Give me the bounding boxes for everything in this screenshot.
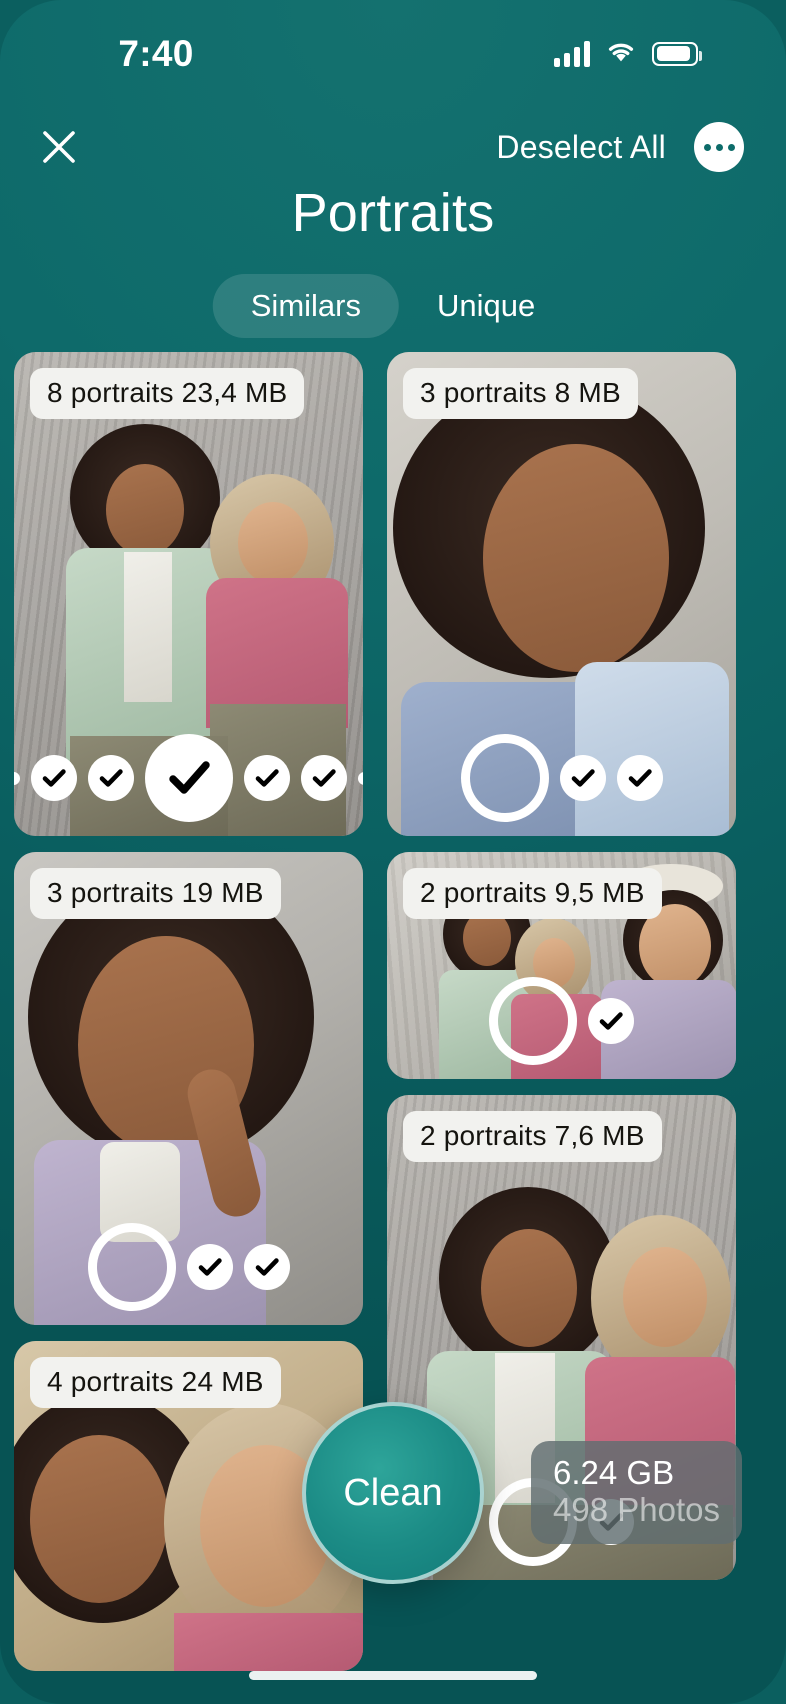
primary-select-empty-icon[interactable] (489, 977, 577, 1065)
battery-icon (652, 41, 702, 66)
selection-indicator-row (387, 734, 736, 822)
thumb-check-icon[interactable] (559, 755, 606, 801)
tab-segmented-control: Similars Unique (212, 274, 573, 338)
status-bar-indicators (554, 38, 702, 69)
thumb-check-icon[interactable] (300, 755, 347, 801)
clean-button[interactable]: Clean (302, 1402, 484, 1584)
phone-screen: 7:40 Deselect All Portraits Similars Uni… (0, 0, 786, 1704)
primary-select-empty-icon[interactable] (460, 734, 549, 822)
primary-select-check-icon[interactable] (144, 734, 233, 822)
grid-column-right: 3 portraits 8 MB 2 portraits 9,5 MB 2 po… (387, 352, 736, 1596)
thumb-check-icon[interactable] (243, 755, 290, 801)
selection-indicator-row (14, 734, 363, 822)
more-options-button[interactable] (694, 122, 744, 172)
page-title: Portraits (291, 183, 495, 243)
group-card-1[interactable]: 8 portraits 23,4 MB (14, 352, 363, 836)
thumb-check-icon[interactable] (186, 1244, 233, 1290)
group-label: 8 portraits 23,4 MB (30, 368, 305, 419)
more-dot (715, 143, 723, 151)
navigation-bar: Deselect All (0, 108, 786, 188)
tab-similars[interactable]: Similars (212, 274, 399, 338)
close-button[interactable] (28, 116, 90, 178)
more-dot (727, 143, 735, 151)
group-label: 3 portraits 8 MB (403, 368, 638, 419)
thumb-check-icon[interactable] (616, 755, 663, 801)
wifi-icon (604, 38, 638, 69)
storage-photo-count: 498 Photos (553, 1491, 720, 1529)
status-bar: 7:40 (0, 0, 786, 108)
primary-select-empty-icon[interactable] (87, 1223, 176, 1311)
group-card-4[interactable]: 2 portraits 9,5 MB (387, 852, 736, 1079)
tab-unique[interactable]: Unique (399, 274, 573, 338)
group-label: 4 portraits 24 MB (30, 1357, 281, 1408)
cellular-signal-icon (554, 40, 590, 67)
deselect-all-button[interactable]: Deselect All (496, 120, 666, 174)
clean-button-label: Clean (343, 1471, 443, 1514)
storage-size: 6.24 GB (553, 1453, 675, 1491)
overflow-dot (14, 771, 20, 785)
group-card-2[interactable]: 3 portraits 8 MB (387, 352, 736, 836)
group-label: 2 portraits 9,5 MB (403, 868, 662, 919)
group-label: 3 portraits 19 MB (30, 868, 281, 919)
thumb-check-icon[interactable] (243, 1244, 290, 1290)
close-icon (43, 131, 75, 163)
group-label: 2 portraits 7,6 MB (403, 1111, 662, 1162)
thumb-check-icon[interactable] (87, 755, 134, 801)
thumb-check-icon[interactable] (30, 755, 77, 801)
home-indicator[interactable] (249, 1671, 537, 1680)
selection-indicator-row (14, 1223, 363, 1311)
group-card-3[interactable]: 3 portraits 19 MB (14, 852, 363, 1325)
status-bar-clock: 7:40 (118, 33, 194, 74)
storage-badge: 6.24 GB 498 Photos (531, 1440, 742, 1544)
more-dot (703, 143, 711, 151)
selection-indicator-row (387, 977, 736, 1065)
thumb-check-icon[interactable] (588, 998, 634, 1044)
overflow-dot (357, 771, 363, 785)
